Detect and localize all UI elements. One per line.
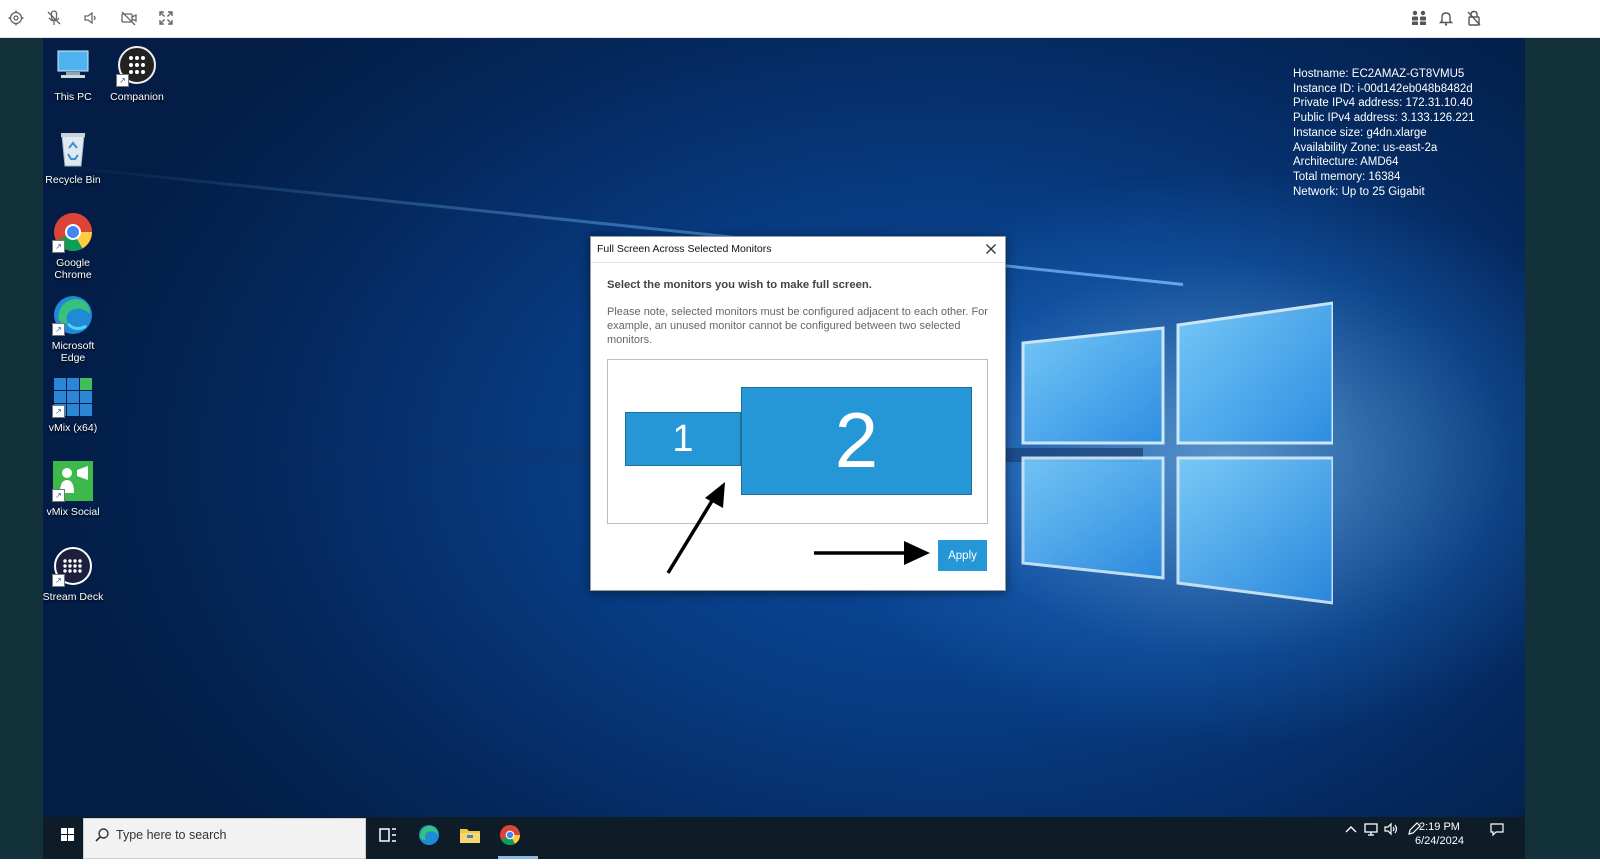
annotation-arrow-right-icon	[814, 541, 930, 565]
search-icon	[94, 827, 110, 843]
shortcut-arrow-icon: ↗	[52, 405, 65, 418]
desktop-icon-label: This PC	[54, 91, 92, 103]
session-toolbar	[0, 0, 1600, 38]
desktop-icon-companion[interactable]: ↗ Companion	[102, 45, 172, 103]
speaker-icon[interactable]	[82, 9, 100, 27]
desktop-icon-label: Companion	[110, 91, 164, 103]
desktop-icon-this-pc[interactable]: This PC	[43, 45, 108, 103]
companion-icon: ↗	[116, 45, 158, 87]
windows-start-icon	[61, 828, 74, 841]
edge-icon[interactable]	[417, 823, 441, 847]
desktop-icon-google-chrome[interactable]: ↗ Google Chrome	[43, 211, 108, 281]
taskbar: Type here to search 2:19 PM 6/24/2024	[43, 817, 1525, 859]
chevron-up-icon[interactable]	[1343, 821, 1361, 839]
right-border	[1525, 38, 1600, 859]
fullscreen-monitors-dialog: Full Screen Across Selected Monitors Sel…	[590, 236, 1006, 591]
desktop: This PC ↗ Companion Recycle Bin ↗ Google…	[43, 38, 1525, 817]
monitor-2-tile[interactable]: 2	[741, 387, 972, 495]
desktop-icon-stream-deck[interactable]: ↗ Stream Deck	[43, 545, 108, 603]
network-icon[interactable]	[1363, 821, 1381, 839]
shortcut-arrow-icon: ↗	[116, 74, 129, 87]
shortcut-arrow-icon: ↗	[52, 489, 65, 502]
chrome-icon[interactable]	[498, 823, 522, 847]
expand-icon[interactable]	[157, 9, 175, 27]
sysinfo-availability-zone: Availability Zone: us-east-2a	[1293, 141, 1438, 154]
vmix-icon: ↗	[52, 376, 94, 418]
system-info-panel: Hostname: EC2AMAZ-GT8VMU5 Instance ID: i…	[1293, 67, 1475, 199]
dialog-heading: Select the monitors you wish to make ful…	[607, 279, 872, 291]
desktop-icon-label: vMix Social	[46, 506, 100, 518]
dialog-note: Please note, selected monitors must be c…	[607, 306, 988, 346]
taskbar-search-box[interactable]: Type here to search	[83, 818, 366, 859]
desktop-icon-label: Stream Deck	[43, 591, 104, 603]
this-pc-icon	[52, 45, 94, 87]
sysinfo-architecture: Architecture: AMD64	[1293, 156, 1399, 169]
action-center-icon[interactable]	[1489, 821, 1507, 839]
users-icon[interactable]	[1410, 9, 1428, 27]
microphone-muted-icon[interactable]	[45, 9, 63, 27]
shortcut-arrow-icon: ↗	[52, 240, 65, 253]
sysinfo-total-memory: Total memory: 16384	[1293, 170, 1401, 183]
desktop-icon-vmix-social[interactable]: ↗ vMix Social	[43, 460, 108, 518]
desktop-icon-recycle-bin[interactable]: Recycle Bin	[43, 128, 108, 186]
volume-icon[interactable]	[1383, 821, 1401, 839]
desktop-icon-label: Recycle Bin	[45, 174, 101, 186]
bell-icon[interactable]	[1437, 9, 1455, 27]
search-placeholder: Type here to search	[116, 828, 227, 842]
start-button[interactable]	[49, 817, 85, 859]
gear-icon[interactable]	[7, 9, 25, 27]
task-view-icon[interactable]	[376, 823, 400, 847]
close-icon[interactable]	[983, 241, 999, 257]
annotation-arrow-up-icon	[666, 482, 725, 574]
stream-deck-icon: ↗	[52, 545, 94, 587]
desktop-icon-vmix[interactable]: ↗ vMix (x64)	[43, 376, 108, 434]
shortcut-arrow-icon: ↗	[52, 574, 65, 587]
sysinfo-instance-id: Instance ID: i-00d142eb048b8482d	[1293, 82, 1473, 95]
recycle-bin-icon	[52, 128, 94, 170]
lock-icon[interactable]	[1465, 9, 1483, 27]
dialog-title: Full Screen Across Selected Monitors	[597, 243, 772, 255]
monitor-1-tile[interactable]: 1	[625, 412, 741, 466]
camera-off-icon[interactable]	[120, 9, 138, 27]
windows-logo	[1021, 301, 1333, 605]
sysinfo-hostname: Hostname: EC2AMAZ-GT8VMU5	[1293, 68, 1465, 80]
clock-date: 6/24/2024	[1415, 835, 1464, 847]
sysinfo-public-ip: Public IPv4 address: 3.133.126.221	[1293, 112, 1475, 125]
title-divider	[591, 262, 1005, 263]
desktop-icon-label: Microsoft Edge	[51, 340, 95, 364]
edge-icon: ↗	[52, 294, 94, 336]
sysinfo-private-ip: Private IPv4 address: 172.31.10.40	[1293, 97, 1473, 110]
vmix-social-icon: ↗	[52, 460, 94, 502]
clock-time: 2:19 PM	[1418, 821, 1460, 833]
sysinfo-instance-size: Instance size: g4dn.xlarge	[1293, 126, 1427, 139]
sysinfo-network: Network: Up to 25 Gigabit	[1293, 185, 1425, 198]
chrome-icon: ↗	[52, 211, 94, 253]
file-explorer-icon[interactable]	[458, 823, 482, 847]
desktop-icon-microsoft-edge[interactable]: ↗ Microsoft Edge	[43, 294, 108, 364]
shortcut-arrow-icon: ↗	[52, 323, 65, 336]
apply-button[interactable]: Apply	[938, 540, 987, 571]
desktop-icon-label: Google Chrome	[54, 257, 92, 281]
taskbar-clock[interactable]: 2:19 PM 6/24/2024	[1415, 820, 1464, 848]
left-border	[0, 38, 43, 859]
desktop-icon-label: vMix (x64)	[48, 422, 98, 434]
